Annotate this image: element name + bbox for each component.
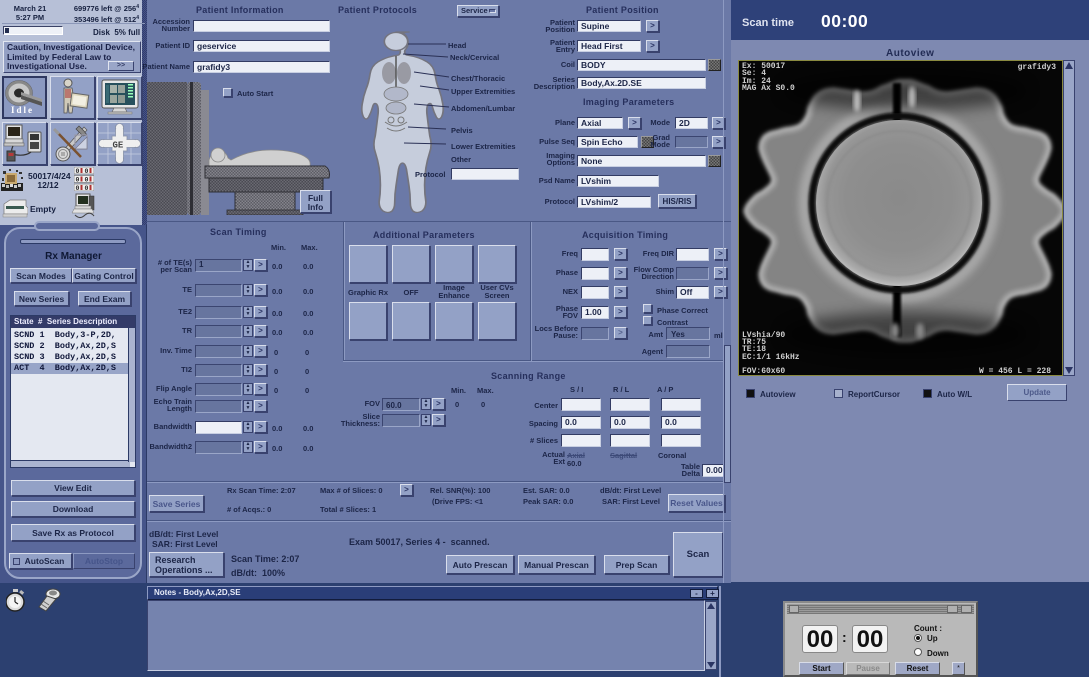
svg-text:GE: GE (113, 141, 124, 151)
svg-text:0: 0 (85, 168, 89, 175)
svg-text:0: 0 (76, 177, 80, 184)
svg-text:0: 0 (76, 168, 80, 175)
svg-text:0: 0 (85, 177, 89, 184)
svg-text:Idle: Idle (11, 105, 34, 115)
svg-text:0: 0 (85, 185, 89, 191)
svg-text:0: 0 (76, 185, 80, 191)
